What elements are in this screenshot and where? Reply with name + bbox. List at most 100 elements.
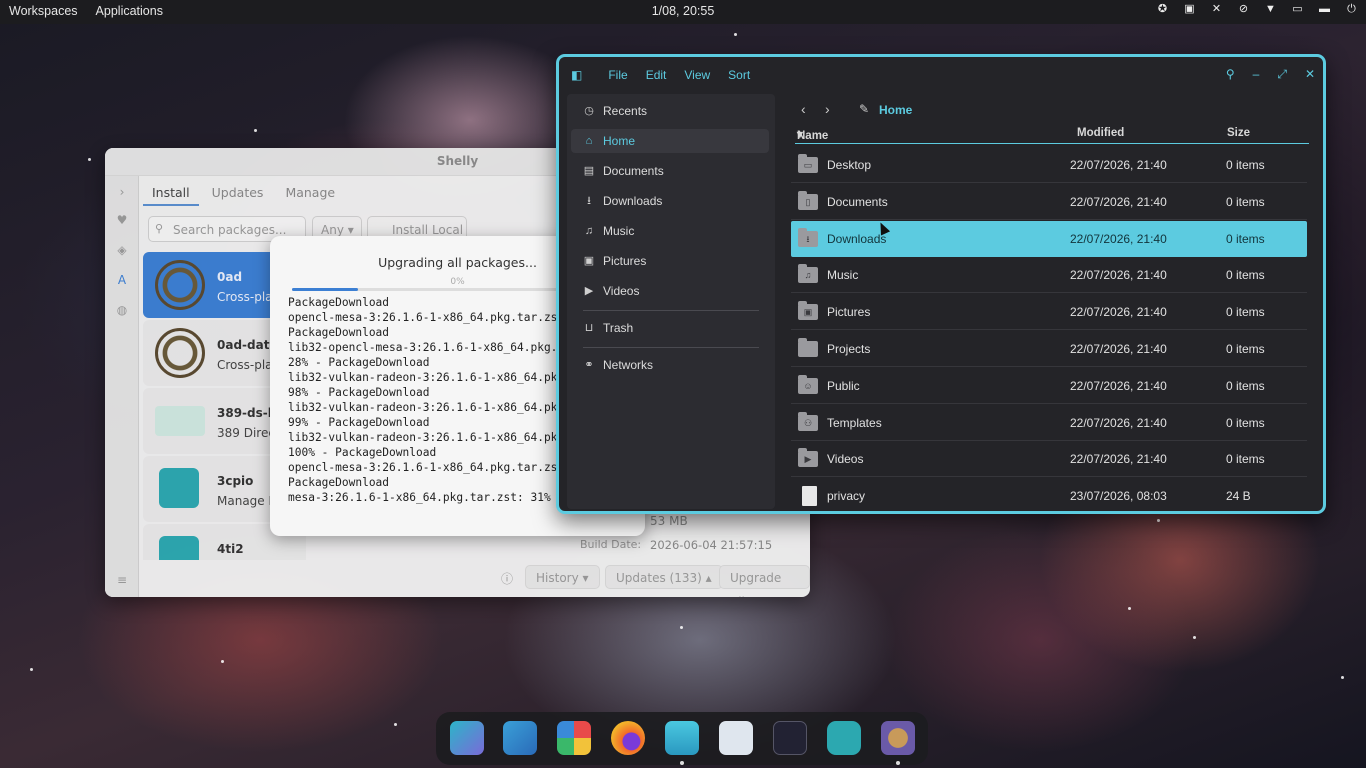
file-name: Desktop	[827, 158, 872, 172]
accessibility-icon[interactable]: ✪	[1156, 3, 1169, 16]
downloads-folder-icon: ⭳	[798, 227, 818, 247]
wifi-icon[interactable]: ▼	[1264, 3, 1277, 16]
gear-icon	[159, 468, 199, 508]
updates-button[interactable]: Updates (133) ▴	[605, 565, 723, 589]
notifications-off-icon[interactable]: ⊘	[1237, 3, 1250, 16]
back-icon[interactable]: ‹	[801, 101, 806, 117]
sidebar-item-recents[interactable]: ◷ Recents	[571, 99, 769, 123]
sidebar-item-trash[interactable]: ⊔ Trash	[571, 316, 769, 340]
terminal-icon[interactable]	[773, 721, 807, 755]
globe-icon[interactable]: ◍	[116, 304, 128, 316]
info-icon[interactable]: ⓘ	[501, 570, 513, 587]
file-size: 0 items	[1226, 342, 1265, 356]
running-indicator	[680, 761, 684, 765]
file-row[interactable]: ▭ Desktop 22/07/2026, 21:40 0 items	[791, 147, 1307, 183]
text-editor-icon[interactable]	[719, 721, 753, 755]
folder-glyph: ▭	[803, 160, 813, 170]
sidebar-item-pictures[interactable]: ▣ Pictures	[571, 249, 769, 273]
menu-sort[interactable]: Sort	[728, 68, 750, 82]
chevron-right-icon[interactable]: ›	[116, 186, 128, 198]
network-off-icon[interactable]: ✕	[1210, 3, 1223, 16]
videos-folder-icon: ▶	[798, 448, 818, 468]
chat-icon[interactable]: ▬	[1318, 3, 1331, 16]
close-icon[interactable]: ✕	[1305, 67, 1315, 82]
sidebar-item-label: Home	[603, 134, 636, 148]
file-size: 0 items	[1226, 268, 1265, 283]
tab-updates[interactable]: Updates	[203, 181, 273, 206]
sidebar-item-videos[interactable]: ▶ Videos	[571, 279, 769, 303]
file-row[interactable]: ▣ Pictures 22/07/2026, 21:40 0 items	[791, 294, 1307, 331]
menu-icon[interactable]: ≡	[116, 574, 128, 586]
history-button[interactable]: History ▾	[525, 565, 600, 589]
breadcrumb[interactable]: Home	[879, 103, 912, 117]
column-size[interactable]: Size	[1227, 127, 1250, 139]
arch-icon[interactable]: A	[116, 274, 128, 286]
file-size: 0 items	[1226, 158, 1265, 172]
column-name[interactable]: Name ▾	[797, 127, 828, 142]
sidebar-item-documents[interactable]: ▤ Documents	[571, 159, 769, 183]
firefox-icon[interactable]	[611, 721, 645, 755]
updates-label: Updates (133)	[616, 571, 702, 585]
file-manager-header: ◧ File Edit View Sort ⚲ – ⤢ ✕	[559, 57, 1323, 93]
sidebar-toggle-icon[interactable]: ◧	[571, 68, 582, 82]
file-row[interactable]: ⚇ Templates 22/07/2026, 21:40 0 items	[791, 405, 1307, 441]
box-icon[interactable]: ◈	[116, 244, 128, 256]
sidebar-item-networks[interactable]: ⚭ Networks	[571, 353, 769, 377]
tab-manage[interactable]: Manage	[276, 181, 344, 206]
files-icon[interactable]	[665, 721, 699, 765]
filter-value: Any	[321, 223, 344, 237]
display-icon[interactable]: ▣	[1183, 3, 1196, 16]
menu-view[interactable]: View	[684, 68, 710, 82]
system-tray: ✪ ▣ ✕ ⊘ ▼ ▭ ▬ ⏻	[1156, 3, 1358, 16]
tab-install[interactable]: Install	[143, 181, 199, 206]
battery-icon[interactable]: ▭	[1291, 3, 1304, 16]
package-icon	[155, 260, 205, 310]
file-modified: 22/07/2026, 21:40	[1070, 378, 1167, 393]
toggle-app-icon[interactable]	[827, 721, 861, 755]
column-modified[interactable]: Modified	[1077, 127, 1124, 139]
app-grid-icon[interactable]	[557, 721, 591, 755]
forward-icon[interactable]: ›	[825, 101, 830, 117]
sidebar-item-label: Music	[603, 224, 635, 238]
package-manager-icon[interactable]	[881, 721, 915, 765]
search-icon[interactable]: ⚲	[1226, 67, 1235, 82]
edit-path-icon[interactable]: ✎	[859, 102, 869, 116]
sidebar-item-home[interactable]: ⌂ Home	[571, 129, 769, 153]
file-size: 0 items	[1226, 231, 1265, 246]
window-manager-icon[interactable]	[503, 721, 537, 755]
menu-file[interactable]: File	[608, 68, 627, 82]
menu-edit[interactable]: Edit	[646, 68, 667, 82]
file-row[interactable]: privacy 23/07/2026, 08:03 24 B	[791, 478, 1307, 511]
file-row[interactable]: ▶ Videos 22/07/2026, 21:40 0 items	[791, 441, 1307, 478]
home-icon: ⌂	[585, 135, 593, 147]
file-row[interactable]: ♫ Music 22/07/2026, 21:40 0 items	[791, 257, 1307, 294]
file-row[interactable]: ⭳ Downloads 22/07/2026, 21:40 0 items	[791, 220, 1307, 257]
star	[221, 660, 224, 663]
clock-icon: ◷	[584, 105, 594, 117]
folder-glyph: ▯	[805, 196, 811, 207]
upgrade-all-button[interactable]: Upgrade All	[719, 565, 810, 597]
column-headers: Name ▾ Modified Size	[795, 124, 1309, 144]
power-icon[interactable]: ⏻	[1345, 3, 1358, 16]
package-icon	[155, 328, 205, 378]
file-name: Pictures	[827, 305, 871, 320]
download-icon: ⭳	[587, 195, 591, 207]
sidebar-item-label: Networks	[603, 358, 654, 372]
file-modified: 22/07/2026, 21:40	[1070, 231, 1167, 246]
file-row[interactable]: ☺ Public 22/07/2026, 21:40 0 items	[791, 368, 1307, 404]
maximize-icon[interactable]: ⤢	[1277, 67, 1287, 82]
install-local-label: Install Local	[392, 223, 464, 237]
public-folder-icon: ☺	[798, 374, 818, 394]
star	[1341, 676, 1344, 679]
file-row[interactable]: ▯ Documents 22/07/2026, 21:40 0 items	[791, 184, 1307, 220]
history-label: History	[536, 571, 579, 585]
sidebar-item-music[interactable]: ♫ Music	[571, 219, 769, 243]
package-name: 0ad	[217, 270, 243, 284]
file-modified: 22/07/2026, 21:40	[1070, 342, 1167, 356]
sidebar-item-downloads[interactable]: ⭳ Downloads	[571, 189, 769, 213]
minimize-icon[interactable]: –	[1253, 67, 1260, 82]
heart-icon[interactable]: ♥	[116, 214, 128, 226]
search-app-icon[interactable]	[450, 721, 484, 755]
file-row[interactable]: Projects 22/07/2026, 21:40 0 items	[791, 331, 1307, 367]
sidebar-item-label: Downloads	[603, 194, 663, 208]
